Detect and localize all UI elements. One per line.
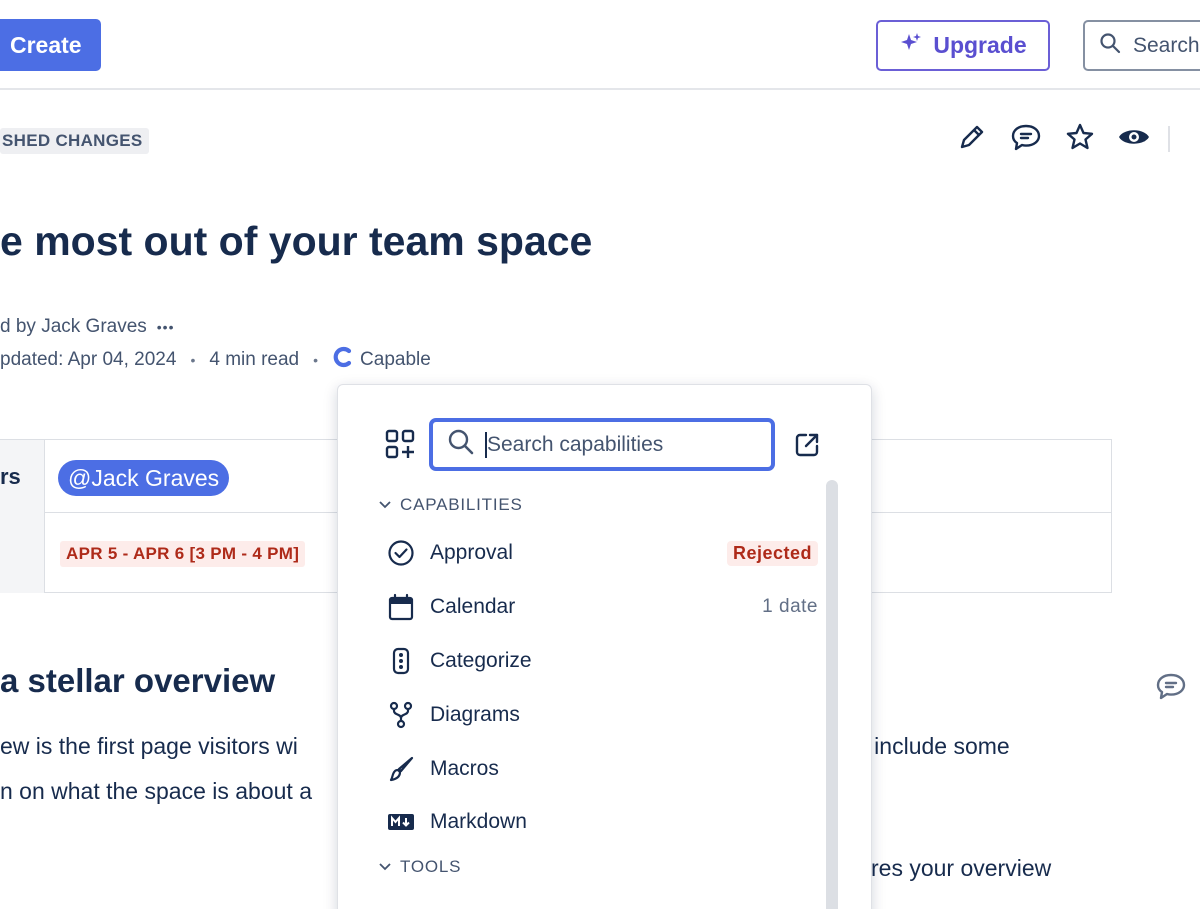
toolbar-divider	[1168, 126, 1170, 152]
capability-label: Markdown	[430, 810, 527, 833]
paragraph-text: res your overview	[871, 855, 1052, 881]
user-mention[interactable]: @Jack Graves	[58, 460, 230, 496]
capability-label: Macros	[430, 757, 499, 780]
search-icon	[447, 428, 475, 462]
capability-item-diagrams[interactable]: Diagrams	[378, 695, 818, 735]
byline-author: d by Jack Graves	[0, 316, 147, 337]
read-time: 4 min read	[209, 349, 300, 370]
byline: d by Jack Graves •••	[0, 316, 175, 338]
capability-item-macros[interactable]: Macros	[378, 749, 818, 789]
table-header-cell	[0, 513, 45, 593]
create-button[interactable]: Create	[0, 19, 101, 71]
comment-icon	[1010, 122, 1042, 157]
tools-section-toggle[interactable]: TOOLS	[378, 857, 461, 877]
edit-button[interactable]	[955, 122, 989, 156]
global-search-input[interactable]: Search	[1083, 20, 1200, 71]
page-actions	[955, 122, 1151, 156]
chevron-down-icon	[378, 495, 392, 515]
comment-button[interactable]	[1009, 122, 1043, 156]
search-icon	[1099, 32, 1121, 60]
eye-icon	[1117, 124, 1151, 155]
capability-label: Diagrams	[430, 703, 520, 726]
section-label: CAPABILITIES	[400, 495, 523, 514]
upgrade-label: Upgrade	[933, 32, 1027, 58]
page-title: e most out of your team space	[0, 218, 593, 264]
branch-icon	[386, 700, 416, 730]
chevron-down-icon	[378, 857, 392, 877]
capability-meta: 1 date	[762, 596, 818, 617]
capability-item-categorize[interactable]: Categorize	[378, 641, 818, 681]
last-updated: pdated: Apr 04, 2024	[0, 349, 177, 370]
separator-dot: •	[190, 352, 196, 368]
watch-button[interactable]	[1117, 122, 1151, 156]
paragraph-text: ew is the first page visitors wi	[0, 733, 298, 759]
apps-grid-button[interactable]	[384, 428, 416, 465]
top-navigation-bar: Create Upgrade Search	[0, 0, 1200, 90]
capability-item-markdown[interactable]: Markdown	[378, 802, 818, 842]
star-icon	[1065, 122, 1095, 157]
external-link-icon	[793, 433, 821, 463]
date-range-badge[interactable]: APR 5 - APR 6 [3 PM - 4 PM]	[60, 541, 306, 567]
capability-item-approval[interactable]: Approval Rejected	[378, 533, 818, 573]
traffic-light-icon	[386, 646, 416, 676]
star-button[interactable]	[1063, 122, 1097, 156]
capabilities-section-toggle[interactable]: CAPABILITIES	[378, 495, 523, 515]
sparkle-icon	[899, 31, 923, 61]
separator-dot: •	[313, 352, 319, 368]
upgrade-button[interactable]: Upgrade	[876, 20, 1050, 71]
more-options-button[interactable]: •••	[157, 319, 175, 335]
markdown-icon	[386, 807, 416, 837]
inline-comment-button[interactable]	[1155, 671, 1187, 706]
capable-app-name: Capable	[360, 349, 431, 370]
page-metadata: pdated: Apr 04, 2024 • 4 min read • Capa…	[0, 346, 431, 374]
status-badge: SHED CHANGES	[0, 128, 149, 154]
calendar-icon	[386, 592, 416, 622]
capable-app-link[interactable]: Capable	[332, 346, 431, 374]
table-header-cell: rs	[0, 440, 45, 513]
capability-label: Categorize	[430, 649, 532, 672]
capable-logo-icon	[332, 346, 354, 374]
capabilities-search-field[interactable]	[487, 432, 757, 457]
capabilities-popup: CAPABILITIES Approval Rejected Calendar …	[337, 384, 872, 909]
capability-item-calendar[interactable]: Calendar 1 date	[378, 587, 818, 627]
capability-label: Approval	[430, 541, 513, 564]
pencil-icon	[957, 122, 987, 157]
open-external-button[interactable]	[793, 431, 821, 464]
brush-icon	[386, 754, 416, 784]
section-label: TOOLS	[400, 857, 462, 876]
comment-icon	[1155, 673, 1187, 705]
capabilities-search-input[interactable]	[429, 418, 775, 471]
apps-grid-icon	[384, 429, 416, 464]
section-heading: a stellar overview	[0, 662, 276, 699]
global-search-placeholder: Search	[1133, 33, 1200, 57]
popup-scrollbar[interactable]	[826, 480, 838, 909]
status-badge: Rejected	[726, 540, 818, 566]
capability-label: Calendar	[430, 595, 516, 618]
paragraph-text: o include some	[855, 733, 1010, 759]
check-circle-icon	[386, 538, 416, 568]
paragraph-text: n on what the space is about a	[0, 778, 312, 804]
